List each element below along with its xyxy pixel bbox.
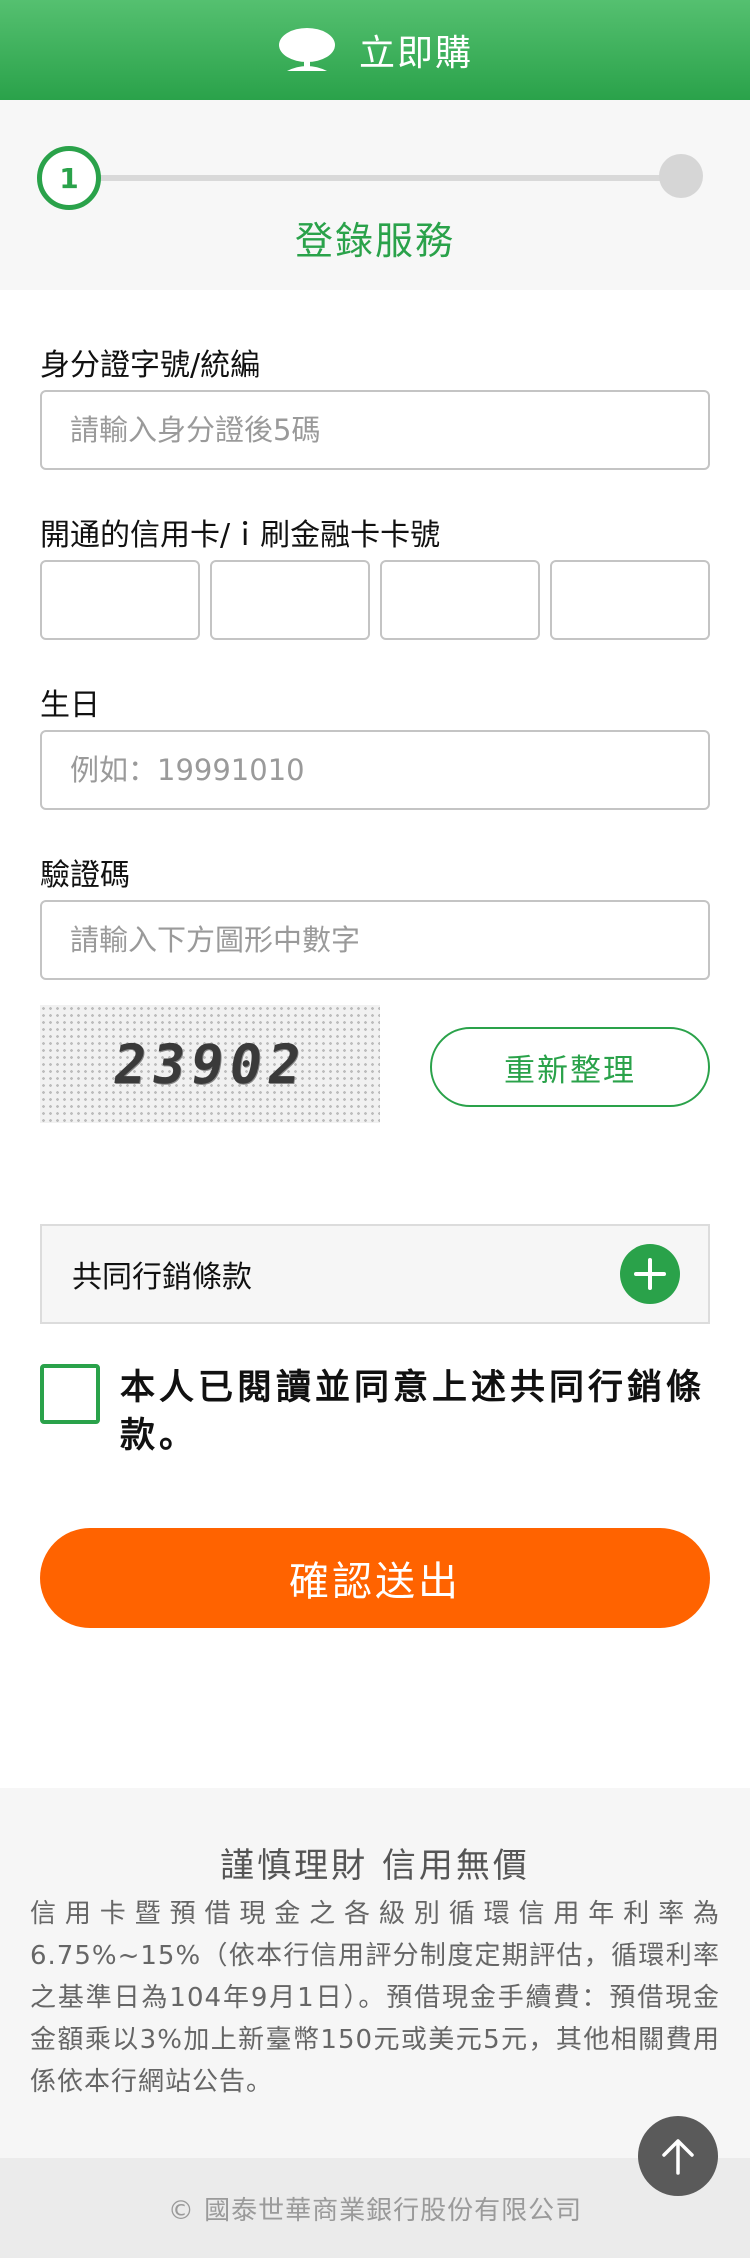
terms-accordion[interactable]: 共同行銷條款 [40,1224,710,1324]
captcha-code: 23902 [109,1032,311,1096]
disclaimer-section: 謹慎理財 信用無價 信用卡暨預借現金之各級別循環信用年利率為6.75%~15%（… [0,1788,750,2158]
app-header: 立即購 [0,0,750,100]
card-number-segment-2[interactable] [210,560,370,640]
progress-stepper: 1 登錄服務 [0,100,750,290]
refresh-captcha-button[interactable]: 重新整理 [430,1027,710,1107]
agree-text: 本人已閱讀並同意上述共同行銷條款。 [120,1368,706,1456]
captcha-image: 23902 [40,1005,380,1123]
card-number-segment-3[interactable] [380,560,540,640]
submit-button[interactable]: 確認送出 [40,1528,710,1628]
card-number-segment-4[interactable] [550,560,710,640]
birthday-label: 生日 [40,688,100,723]
id-label: 身分證字號/統編 [40,348,261,383]
disclaimer-title: 謹慎理財 信用無價 [220,1846,530,1886]
back-to-top-button[interactable] [638,2116,718,2196]
terms-label: 共同行銷條款 [72,1260,252,1295]
tree-icon [278,28,335,71]
step-current-indicator: 1 [37,146,101,210]
step-final-indicator [659,154,703,198]
captcha-input[interactable] [40,900,710,980]
step-track [70,175,670,181]
footer-copyright: © 國泰世華商業銀行股份有限公司 [0,2158,750,2258]
captcha-label: 驗證碼 [40,858,130,893]
arrow-up-icon [662,2139,694,2175]
card-number-segment-1[interactable] [40,560,200,640]
id-input[interactable] [40,390,710,470]
card-number-label: 開通的信用卡/ｉ刷金融卡卡號 [40,518,441,553]
birthday-input[interactable] [40,730,710,810]
disclaimer-body: 信用卡暨預借現金之各級別循環信用年利率為6.75%~15%（依本行信用評分制度定… [30,1899,720,2097]
step-label: 登錄服務 [294,219,455,263]
plus-icon[interactable] [620,1244,680,1304]
agree-checkbox[interactable] [40,1364,100,1424]
page-title: 立即購 [358,33,473,74]
